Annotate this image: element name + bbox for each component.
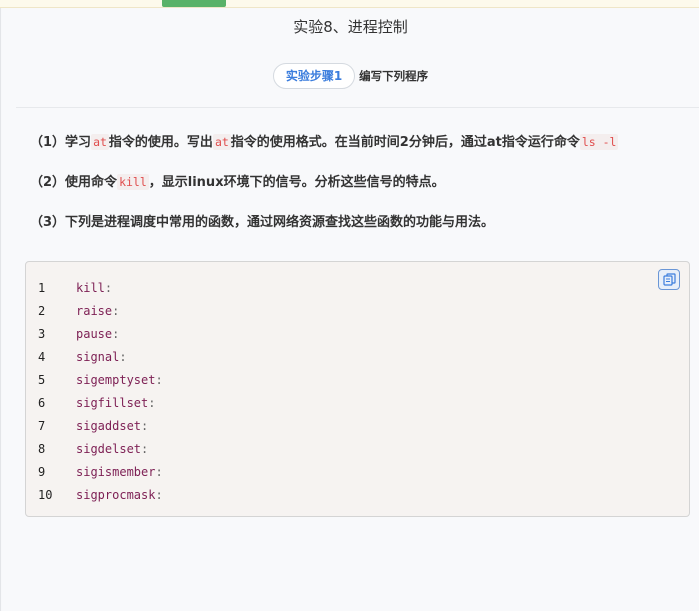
question-text: 使用命令 (65, 175, 118, 190)
line-number: 10 (38, 487, 53, 502)
question-number: （1） (30, 135, 66, 150)
code-line: 6 sigfillset: (26, 391, 689, 414)
inline-code: at (91, 134, 109, 150)
question-text: 指令的使用。写出 (108, 135, 213, 150)
code-line: 7 sigaddset: (26, 414, 689, 437)
code-lines: 1 kill: 2 raise: 3 pause: 4 signal: 5 sigempt… (26, 276, 689, 506)
question-number: （2） (30, 175, 66, 190)
left-border (0, 0, 1, 611)
code-colon: : (119, 349, 127, 364)
code-colon: : (112, 303, 120, 318)
code-line: 10 sigprocmask: (26, 483, 689, 506)
code-line: 3 pause: (26, 322, 689, 345)
question-number: （3） (30, 215, 66, 230)
line-number: 1 (38, 280, 46, 295)
code-line: 8 sigdelset: (26, 437, 689, 460)
code-function: sigdelset (76, 441, 142, 456)
question-2: （2）使用命令 kill ，显示linux环境下的信号。分析这些信号的特点。 (30, 171, 445, 190)
code-colon: : (141, 418, 149, 433)
code-colon: : (141, 441, 149, 456)
code-colon: : (148, 395, 156, 410)
code-line: 2 raise: (26, 299, 689, 322)
code-colon: : (155, 464, 163, 479)
code-function: kill (76, 280, 105, 295)
code-function: sigprocmask (76, 487, 156, 502)
question-3: （3）下列是进程调度中常用的函数，通过网络资源查找这些函数的功能与用法。 (30, 211, 494, 230)
code-line: 5 sigemptyset: (26, 368, 689, 391)
section-divider (16, 107, 699, 108)
step-pill-button[interactable]: 实验步骤1 (272, 63, 356, 89)
line-number: 6 (38, 395, 46, 410)
code-function: sigismember (76, 464, 156, 479)
code-function: sigaddset (76, 418, 142, 433)
question-1: （1）学习 at 指令的使用。写出 at 指令的使用格式。在当前时间2分钟后，通过at指… (30, 131, 619, 150)
question-text: 学习 (65, 135, 92, 150)
inline-code: at (212, 134, 231, 150)
step-header: 实验步骤1 编写下列程序 (2, 63, 699, 89)
line-number: 4 (38, 349, 46, 364)
line-number: 5 (38, 372, 46, 387)
code-function: pause (76, 326, 113, 341)
top-banner-strip (0, 0, 699, 8)
top-tab-indicator[interactable] (162, 0, 226, 7)
inline-code: kill (117, 174, 149, 190)
inline-code: ls -l (579, 134, 619, 150)
code-colon: : (104, 280, 113, 295)
line-number: 9 (38, 464, 46, 479)
question-text: ，显示linux环境下的信号。分析这些信号的特点。 (148, 175, 445, 190)
question-text: 下列是进程调度中常用的函数，通过网络资源查找这些函数的功能与用法。 (65, 215, 495, 230)
line-number: 8 (38, 441, 46, 456)
code-colon: : (155, 487, 163, 502)
question-text: 指令的使用格式。在当前时间2分钟后，通过at指令运行命令 (230, 135, 580, 150)
code-line: 9 sigismember: (26, 460, 689, 483)
code-block: 1 kill: 2 raise: 3 pause: 4 signal: 5 sigempt… (25, 261, 690, 517)
step-description: 编写下列程序 (359, 69, 429, 83)
line-number: 7 (38, 418, 46, 433)
code-function: sigemptyset (76, 372, 156, 387)
line-number: 3 (38, 326, 46, 341)
line-number: 2 (38, 303, 46, 318)
code-function: sigfillset (76, 395, 149, 410)
page-title: 实验8、进程控制 (293, 18, 408, 36)
code-line: 1 kill: (26, 276, 689, 299)
code-colon: : (155, 372, 163, 387)
code-function: signal (76, 349, 120, 364)
code-function: raise (76, 303, 113, 318)
code-colon: : (112, 326, 120, 341)
code-line: 4 signal: (26, 345, 689, 368)
